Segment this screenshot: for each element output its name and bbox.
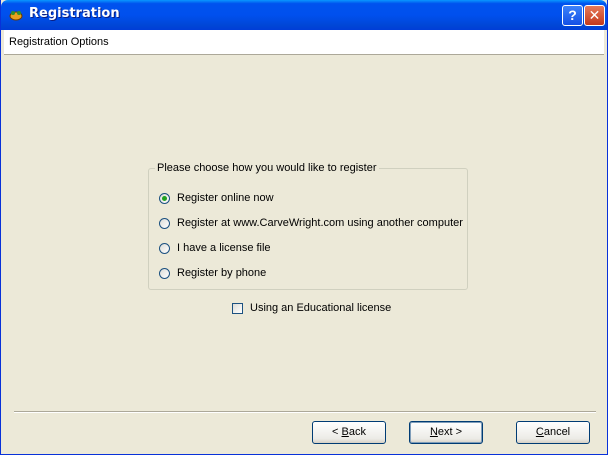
header-band: Registration Options (4, 30, 604, 55)
title-bar[interactable]: Registration ? ✕ (1, 0, 607, 30)
page-title: Registration Options (9, 36, 109, 48)
back-rest: ack (348, 426, 366, 438)
back-accel: B (341, 426, 349, 438)
radio-register-website[interactable]: Register at www.CarveWright.com using an… (159, 215, 463, 231)
registration-window: Registration ? ✕ Registration Options Pl… (0, 0, 608, 455)
registration-options-group: Please choose how you would like to regi… (148, 162, 468, 290)
cancel-accel: C (535, 426, 544, 438)
cancel-button[interactable]: Cancel (516, 421, 590, 444)
educational-license-checkbox[interactable]: Using an Educational license (232, 300, 391, 316)
radio-license-file[interactable]: I have a license file (159, 240, 271, 256)
next-button[interactable]: Next > (409, 421, 483, 444)
footer-separator (14, 411, 596, 413)
back-button[interactable]: < Back (312, 421, 386, 444)
dialog-body: Registration Options Please choose how y… (4, 30, 604, 450)
radio-button[interactable] (159, 267, 170, 279)
checkbox-box[interactable] (232, 302, 243, 314)
app-icon (9, 11, 23, 21)
radio-label: Register at www.CarveWright.com using an… (177, 217, 463, 229)
radio-button[interactable] (159, 242, 170, 254)
help-button[interactable]: ? (562, 5, 583, 26)
next-rest: ext > (437, 426, 463, 438)
cancel-rest: ancel (543, 426, 571, 438)
radio-button[interactable] (159, 192, 170, 204)
radio-label: Register online now (177, 192, 274, 204)
back-prefix: < (332, 426, 342, 438)
group-legend: Please choose how you would like to regi… (157, 162, 377, 174)
next-accel: N (429, 426, 438, 438)
radio-register-phone[interactable]: Register by phone (159, 265, 266, 281)
checkbox-label: Using an Educational license (250, 302, 392, 314)
window-title: Registration (29, 6, 120, 21)
close-button[interactable]: ✕ (584, 5, 605, 26)
radio-label: I have a license file (177, 242, 271, 254)
radio-button[interactable] (159, 217, 170, 229)
radio-register-online[interactable]: Register online now (159, 190, 274, 206)
radio-label: Register by phone (177, 267, 267, 279)
